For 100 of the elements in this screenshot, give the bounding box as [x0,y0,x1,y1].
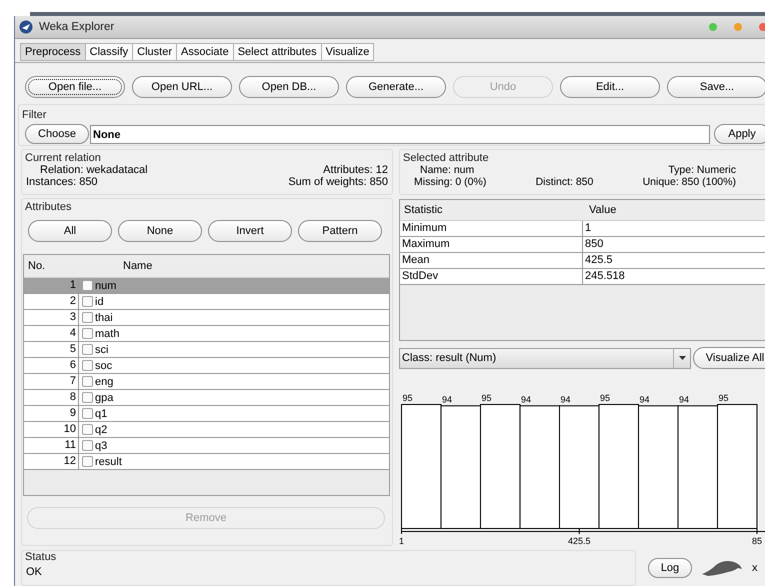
select-button[interactable]: None [118,220,202,242]
attribute-name: gpa [95,392,114,404]
attribute-row[interactable]: 5 sci [24,342,389,358]
row-number: 5 [24,342,79,357]
bar-value-label: 95 [718,393,728,403]
info-text: Type: Numeric [668,164,736,176]
log-button[interactable]: Log [648,558,692,578]
attribute-row[interactable]: 6 soc [24,358,389,374]
toolbar-button[interactable]: Open file... [25,76,125,98]
attribute-name: result [95,456,122,468]
bar-value-label: 95 [600,393,610,403]
minimize-button[interactable] [734,23,742,31]
group-title: Filter [21,109,48,121]
attribute-row[interactable]: 10 q2 [24,422,389,438]
checkbox[interactable] [82,424,93,435]
row-number: 10 [24,422,79,437]
info-text: Relation: wekadatacal [39,164,149,176]
checkbox[interactable] [82,360,93,371]
filter-field[interactable]: None [90,124,710,144]
table-cell-text: 245.518 [584,269,626,284]
info-text: Distinct: 850 [536,176,594,188]
choose-button[interactable]: Choose [25,124,89,144]
tab[interactable]: Cluster [133,43,177,61]
group-title: Status [24,551,58,563]
bar-value-label: 95 [402,393,413,403]
axis-end-label: 85 [752,536,762,546]
attribute-row[interactable]: 11 q3 [24,438,389,454]
bar-value-label: 94 [679,394,690,404]
attribute-row[interactable]: 12 result [24,454,389,470]
axis-tick-label: 1 [399,536,404,546]
checkbox[interactable] [82,392,93,403]
window-title: Weka Explorer [39,21,114,33]
table-cell-text: 1 [584,221,592,236]
checkbox[interactable] [82,328,93,339]
table-cell: StdDev [400,269,583,284]
row-number: 4 [24,326,79,341]
group-title: Current relation [24,152,102,164]
row-number: 6 [24,358,79,373]
row-number: 3 [24,310,79,325]
tab[interactable]: Preprocess [20,43,86,61]
count-text: x [752,562,758,574]
info-text: Instances: 850 [26,176,99,188]
apply-button[interactable]: Apply [714,124,765,144]
toolbar-button[interactable]: Edit... [560,76,660,98]
table-cell-text: 425.5 [584,253,614,268]
select-button[interactable]: All [28,220,112,242]
attribute-name: soc [95,360,112,372]
tab[interactable]: Select attributes [234,43,322,61]
toolbar-button[interactable]: Open DB... [239,76,339,98]
column-header: Statistic [403,203,444,218]
caret-icon [678,356,686,360]
toolbar-button[interactable]: Generate... [346,76,446,98]
bird-logo-icon [19,20,33,34]
attribute-name: q2 [95,424,108,436]
table-cell: Minimum [400,221,583,236]
attribute-row[interactable]: 1 num [24,278,389,294]
table-cell: Maximum [400,237,583,252]
row-number: 1 [24,278,79,293]
attribute-name: thai [95,312,113,324]
attribute-row[interactable]: 2 id [24,294,389,310]
checkbox[interactable] [82,296,93,307]
table-cell-text: 850 [584,237,604,252]
row-number: 11 [24,438,79,453]
checkbox[interactable] [82,312,93,323]
attribute-name: num [95,280,116,292]
row-number: 8 [24,390,79,405]
close-button[interactable] [759,23,765,31]
axis-tick-label: 425.5 [568,536,591,546]
bar-value-label: 95 [481,393,492,403]
toolbar-button[interactable]: Save... [667,76,765,98]
dropdown-value: Class: result (Num) [402,352,496,364]
attribute-row[interactable]: 8 gpa [24,390,389,406]
group-title: Selected attribute [402,152,490,164]
select-button[interactable]: Pattern [298,220,382,242]
checkbox[interactable] [82,440,93,451]
attribute-row[interactable]: 4 math [24,326,389,342]
attribute-name: q3 [95,440,108,452]
class-dropdown[interactable]: Class: result (Num) [399,348,691,368]
tab[interactable]: Classify [86,43,134,61]
toolbar-button[interactable]: Open URL... [132,76,232,98]
row-number: 9 [24,406,79,421]
checkbox[interactable] [82,280,93,291]
status-text: OK [25,565,43,578]
checkbox[interactable] [82,344,93,355]
checkbox[interactable] [82,456,93,467]
attribute-name: sci [95,344,108,356]
maximize-button[interactable] [709,23,717,31]
attribute-row[interactable]: 9 q1 [24,406,389,422]
attribute-row[interactable]: 7 eng [24,374,389,390]
row-number: 12 [24,454,79,469]
tab[interactable]: Associate [177,43,234,61]
visualize-all-button[interactable]: Visualize All [693,347,765,369]
bar-value-label: 94 [442,394,452,404]
checkbox[interactable] [82,408,93,419]
select-button[interactable]: Invert [208,220,292,242]
tab[interactable]: Visualize [322,43,374,61]
attribute-name: q1 [95,408,108,420]
column-header: Value [588,203,618,218]
attribute-row[interactable]: 3 thai [24,310,389,326]
checkbox[interactable] [82,376,93,387]
